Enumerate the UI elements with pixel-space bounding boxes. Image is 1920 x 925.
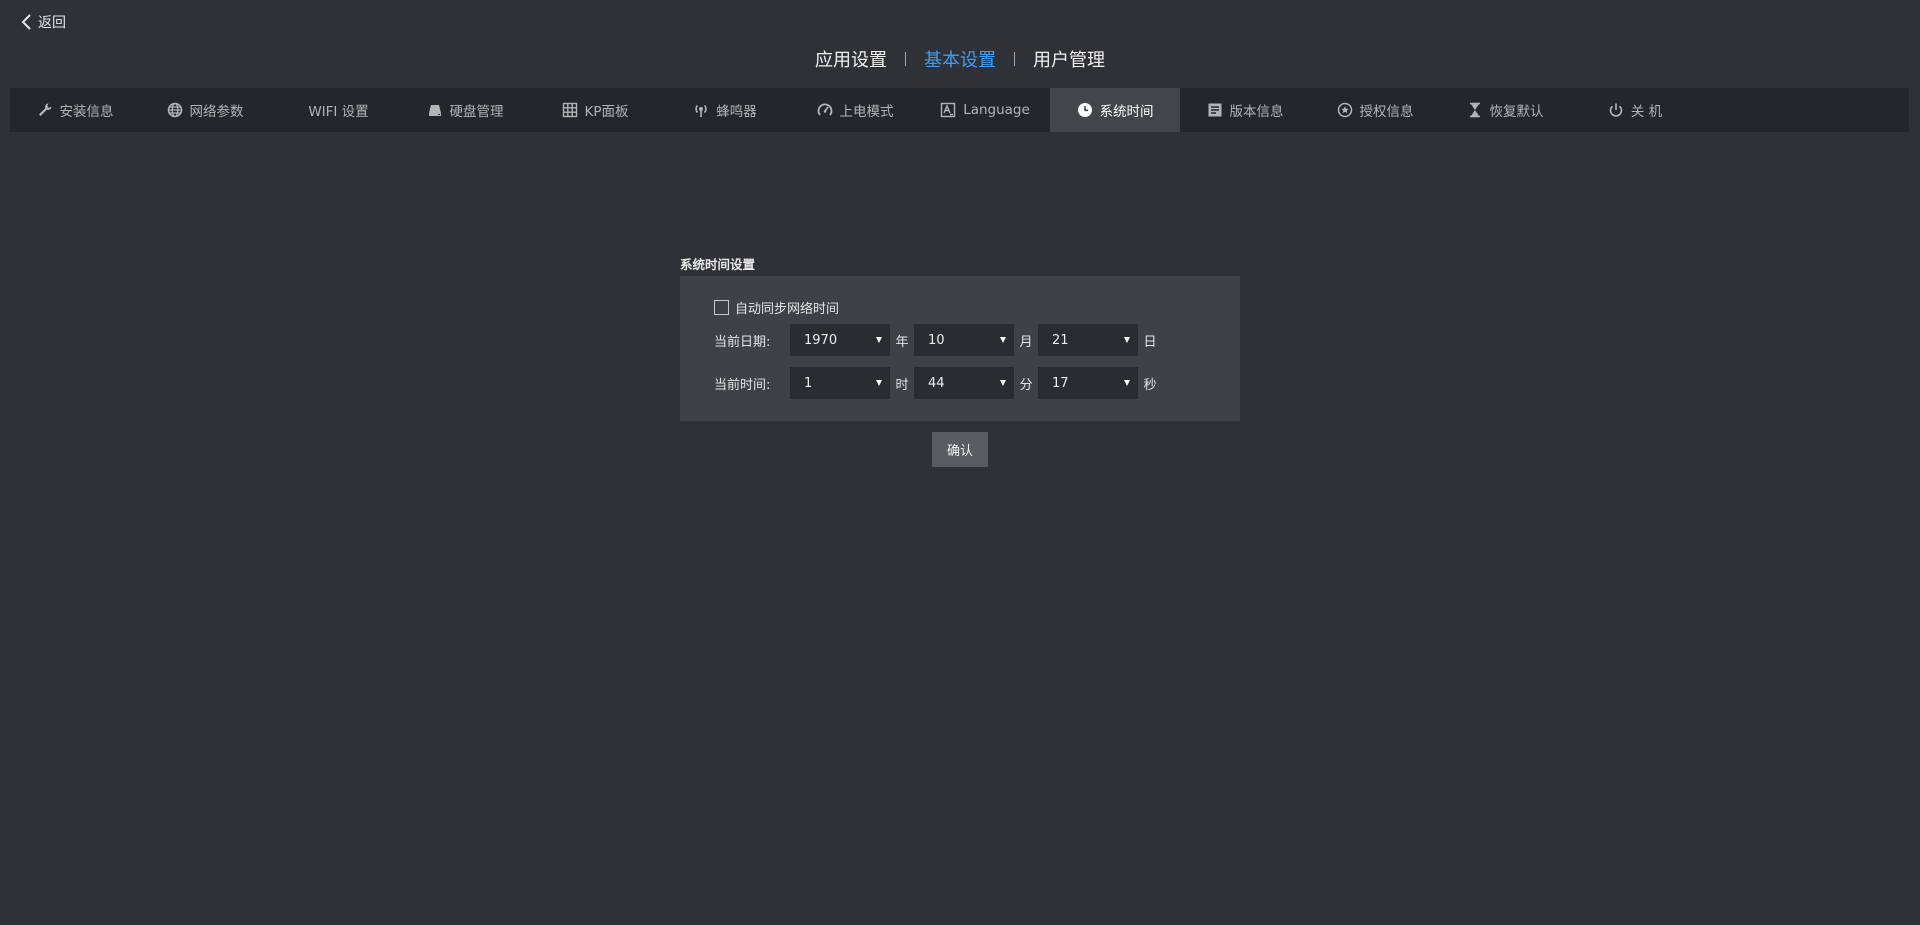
minute-unit: 分 [1019, 377, 1033, 393]
dropdown-arrow-icon [876, 380, 882, 386]
tab-language[interactable]: Language [920, 88, 1050, 132]
tab-disk-management[interactable]: 硬盘管理 [400, 88, 530, 132]
power-icon [1608, 102, 1624, 118]
tab-power-on-mode[interactable]: 上电模式 [790, 88, 920, 132]
year-value: 1970 [804, 332, 838, 348]
nav-separator [1014, 52, 1015, 66]
tab-label: 授权信息 [1359, 104, 1414, 120]
month-select[interactable]: 10 [914, 324, 1014, 356]
tab-label: 安装信息 [59, 104, 114, 120]
dropdown-arrow-icon [1124, 337, 1130, 343]
section-title: 系统时间设置 [680, 257, 756, 272]
back-label: 返回 [38, 15, 66, 31]
day-unit: 日 [1143, 334, 1157, 350]
nav-separator [905, 52, 906, 66]
tab-label: 版本信息 [1229, 104, 1284, 120]
dropdown-arrow-icon [1000, 337, 1006, 343]
tab-label: 蜂鸣器 [716, 104, 757, 120]
tab-label: KP面板 [584, 104, 629, 120]
day-value: 21 [1052, 332, 1069, 348]
document-icon [1207, 102, 1223, 118]
tab-license-info[interactable]: 授权信息 [1310, 88, 1440, 132]
tab-label: 网络参数 [189, 104, 244, 120]
tab-kp-panel[interactable]: KP面板 [530, 88, 660, 132]
year-select[interactable]: 1970 [790, 324, 890, 356]
tab-buzzer[interactable]: 蜂鸣器 [660, 88, 790, 132]
nav-app-settings[interactable]: 应用设置 [811, 46, 891, 72]
tab-restore-default[interactable]: 恢复默认 [1440, 88, 1570, 132]
month-unit: 月 [1019, 334, 1033, 350]
star-badge-icon [1337, 102, 1353, 118]
tab-network-params[interactable]: 网络参数 [140, 88, 270, 132]
tab-label: 上电模式 [839, 104, 894, 120]
settings-tab-bar: 安装信息 网络参数 WIFI 设置 硬盘管理 KP面板 蜂鸣器 上电模式 Lan… [10, 88, 1909, 132]
tab-version-info[interactable]: 版本信息 [1180, 88, 1310, 132]
date-row: 当前日期: 1970 年 10 月 21 日 [714, 324, 1162, 356]
date-label: 当前日期: [714, 334, 771, 350]
globe-icon [167, 102, 183, 118]
confirm-button[interactable]: 确认 [932, 432, 988, 467]
grid-panel-icon [562, 102, 578, 118]
tab-label: Language [963, 102, 1030, 118]
dropdown-arrow-icon [876, 337, 882, 343]
language-icon [940, 102, 956, 118]
second-unit: 秒 [1143, 377, 1157, 393]
gauge-icon [817, 102, 833, 118]
system-time-panel: 自动同步网络时间 当前日期: 1970 年 10 月 21 日 当前时间: 1 … [680, 276, 1240, 421]
hour-select[interactable]: 1 [790, 367, 890, 399]
tab-label: 恢复默认 [1489, 104, 1544, 120]
wrench-icon [37, 102, 53, 118]
tab-wifi-settings[interactable]: WIFI 设置 [270, 88, 400, 132]
chevron-left-icon [20, 13, 32, 31]
time-label: 当前时间: [714, 377, 771, 393]
year-unit: 年 [895, 334, 909, 350]
top-nav: 应用设置 基本设置 用户管理 [0, 44, 1920, 74]
tab-label: 硬盘管理 [449, 104, 504, 120]
month-value: 10 [928, 332, 945, 348]
hour-unit: 时 [895, 377, 909, 393]
hour-value: 1 [804, 375, 813, 391]
nav-basic-settings[interactable]: 基本设置 [920, 46, 1000, 72]
buzzer-icon [693, 102, 709, 118]
dropdown-arrow-icon [1124, 380, 1130, 386]
hourglass-icon [1467, 102, 1483, 118]
tab-install-info[interactable]: 安装信息 [10, 88, 140, 132]
minute-select[interactable]: 44 [914, 367, 1014, 399]
tab-shutdown[interactable]: 关 机 [1570, 88, 1700, 132]
tab-label: 关 机 [1630, 104, 1663, 120]
hard-disk-icon [427, 102, 443, 118]
second-select[interactable]: 17 [1038, 367, 1138, 399]
back-link[interactable]: 返回 [20, 12, 66, 32]
auto-sync-label: 自动同步网络时间 [735, 302, 840, 317]
nav-user-management[interactable]: 用户管理 [1029, 46, 1109, 72]
clock-icon [1077, 102, 1093, 118]
auto-sync-checkbox[interactable] [714, 300, 729, 315]
day-select[interactable]: 21 [1038, 324, 1138, 356]
dropdown-arrow-icon [1000, 380, 1006, 386]
tab-label: WIFI 设置 [308, 104, 369, 120]
tab-system-time[interactable]: 系统时间 [1050, 88, 1180, 132]
auto-sync-row: 自动同步网络时间 [714, 298, 839, 317]
minute-value: 44 [928, 375, 945, 391]
tab-label: 系统时间 [1099, 104, 1154, 120]
time-row: 当前时间: 1 时 44 分 17 秒 [714, 367, 1162, 399]
second-value: 17 [1052, 375, 1069, 391]
